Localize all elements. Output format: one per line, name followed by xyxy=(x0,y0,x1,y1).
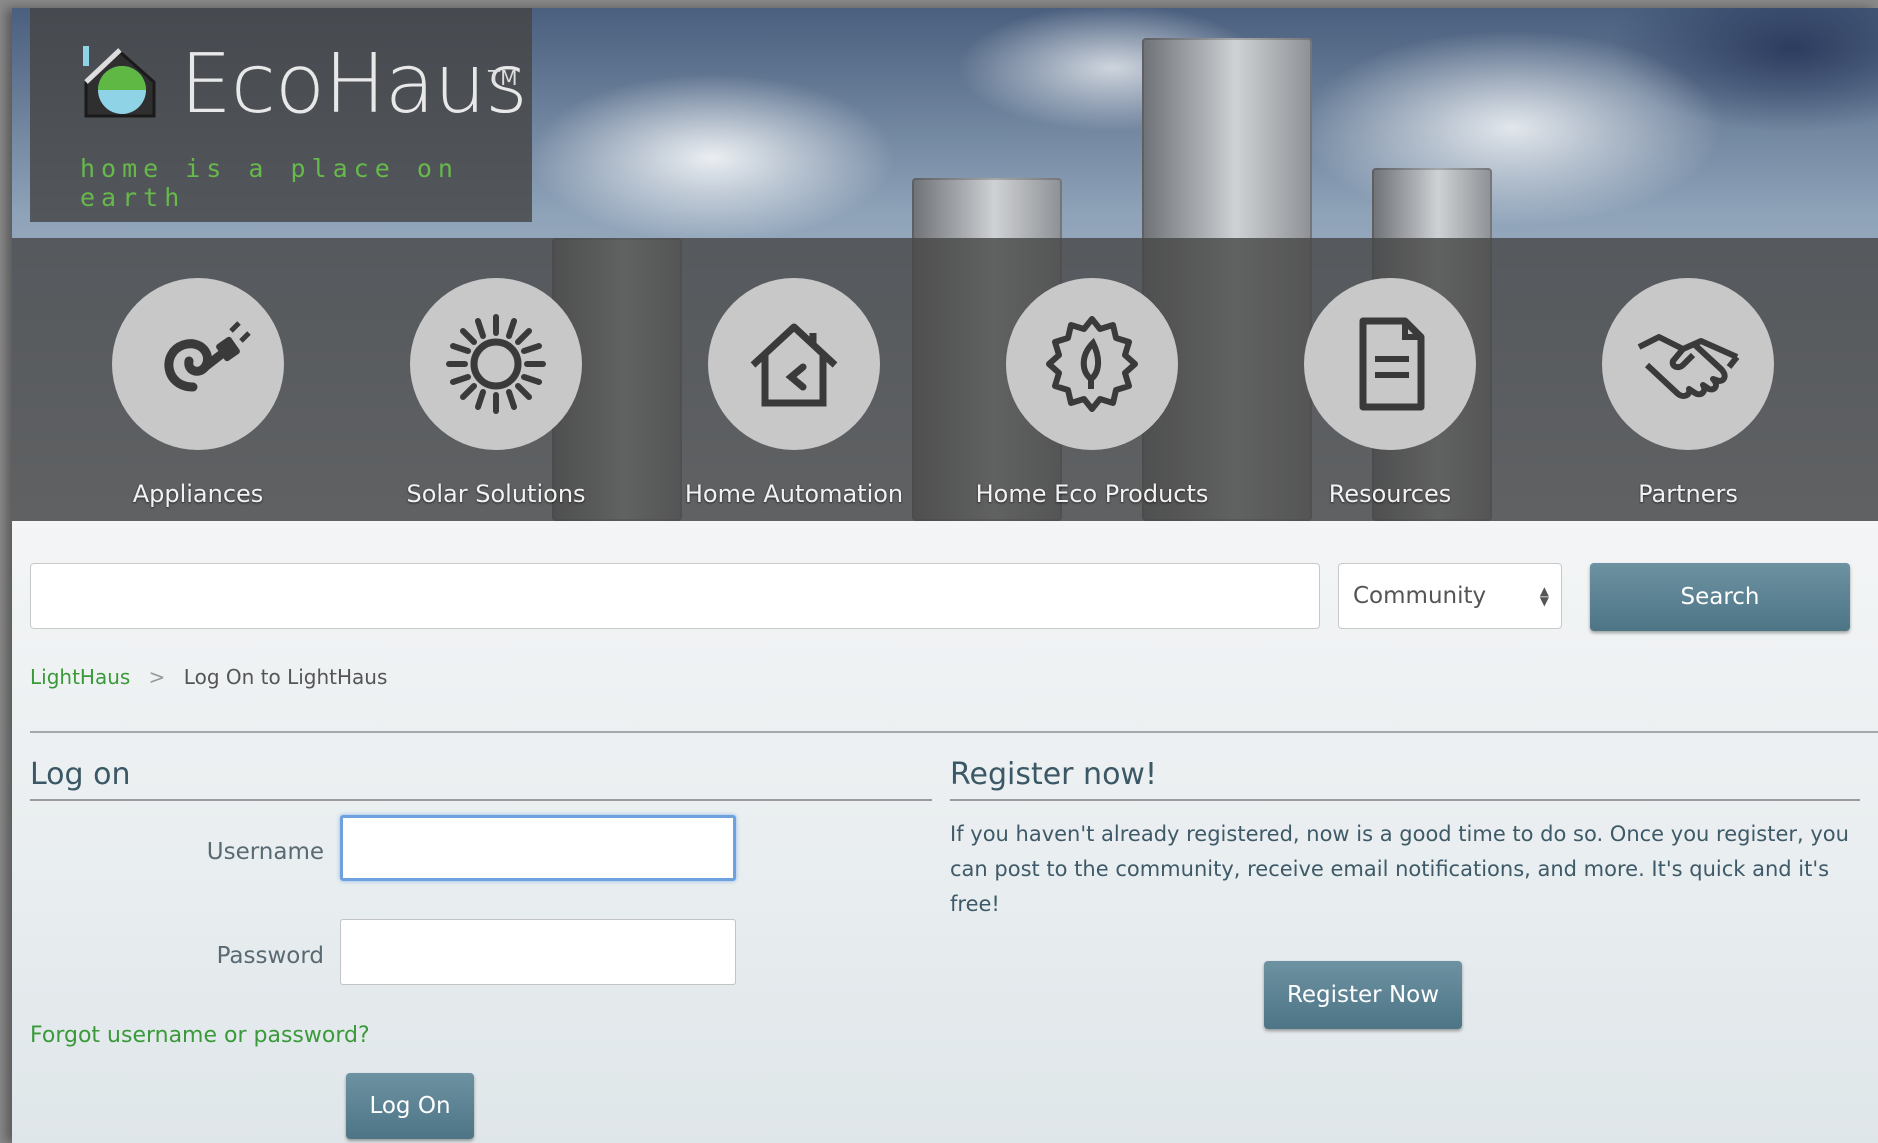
breadcrumb-home-link[interactable]: LightHaus xyxy=(30,665,130,689)
house-logo-icon xyxy=(83,46,156,118)
main-content: Community ▲ ▼ Search LightHaus > Log On t… xyxy=(12,521,1878,1143)
register-title: Register now! xyxy=(950,757,1157,792)
divider xyxy=(950,799,1860,801)
username-field[interactable] xyxy=(340,815,736,881)
breadcrumb: LightHaus > Log On to LightHaus xyxy=(30,665,387,689)
house-icon xyxy=(708,278,880,450)
register-now-button[interactable]: Register Now xyxy=(1264,961,1462,1029)
breadcrumb-current: Log On to LightHaus xyxy=(183,665,388,689)
forgot-credentials-link[interactable]: Forgot username or password? xyxy=(30,1023,370,1048)
select-arrows-icon: ▲ ▼ xyxy=(1539,584,1549,608)
nav-item-resources[interactable]: Resources xyxy=(1227,238,1527,521)
chevron-right-icon: > xyxy=(148,665,166,689)
divider xyxy=(30,799,932,801)
nav-label: Home Eco Products xyxy=(975,480,1209,508)
category-nav: Appliances Solar Solutions Home Automati… xyxy=(12,238,1878,521)
nav-label: Resources xyxy=(1328,480,1452,508)
username-label: Username xyxy=(206,839,324,865)
trademark-mark: TM xyxy=(488,66,518,90)
search-scope-select[interactable]: Community ▲ ▼ xyxy=(1338,563,1562,629)
nav-item-solar-solutions[interactable]: Solar Solutions xyxy=(333,238,633,521)
nav-label: Solar Solutions xyxy=(406,480,586,508)
sun-icon xyxy=(410,278,582,450)
plug-swirl-icon xyxy=(112,278,284,450)
password-field[interactable] xyxy=(340,919,736,985)
eco-seal-icon xyxy=(1006,278,1178,450)
search-scope-value: Community xyxy=(1353,583,1487,609)
nav-item-home-automation[interactable]: Home Automation xyxy=(631,238,931,521)
brand-name: EcoHaus xyxy=(180,37,528,132)
document-icon xyxy=(1304,278,1476,450)
nav-label: Partners xyxy=(1638,480,1738,508)
brand-tagline: home is a place on earth xyxy=(80,154,459,212)
divider xyxy=(30,731,1878,733)
nav-item-partners[interactable]: Partners xyxy=(1525,238,1825,521)
handshake-icon xyxy=(1602,278,1774,450)
nav-label: Appliances xyxy=(132,480,264,508)
nav-item-home-eco-products[interactable]: Home Eco Products xyxy=(929,238,1229,521)
nav-item-appliances[interactable]: Appliances xyxy=(35,238,335,521)
logon-title: Log on xyxy=(30,757,131,792)
search-input[interactable] xyxy=(30,563,1320,629)
log-on-button[interactable]: Log On xyxy=(346,1073,474,1139)
brand-logo[interactable]: EcoHaus TM home is a place on earth xyxy=(30,8,532,222)
register-description: If you haven't already registered, now i… xyxy=(950,822,1849,916)
nav-label: Home Automation xyxy=(684,480,904,508)
password-label: Password xyxy=(216,943,324,969)
page-frame: EcoHaus TM home is a place on earth Appl… xyxy=(12,8,1878,1143)
search-button[interactable]: Search xyxy=(1590,563,1850,631)
